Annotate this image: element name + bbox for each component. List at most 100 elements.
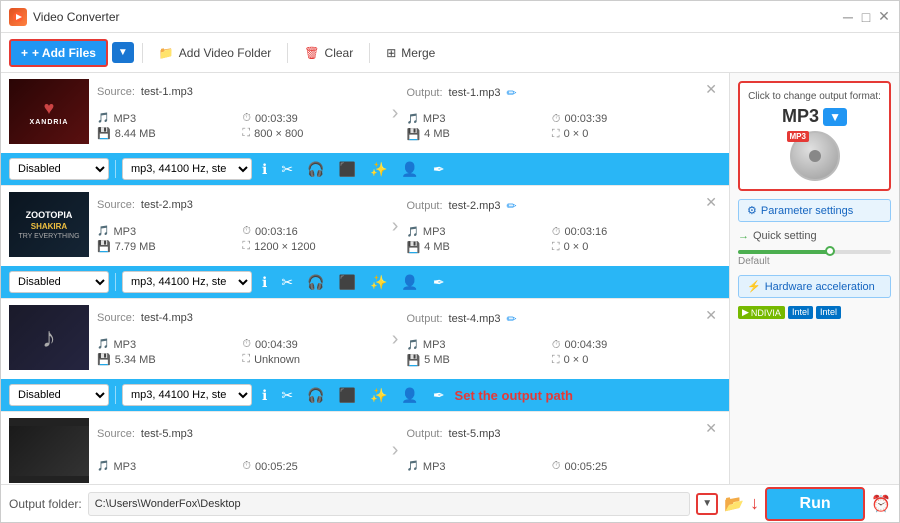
effect-btn-3[interactable]: ✨ — [366, 385, 391, 406]
file-row-1: ♥ XANDRIA Source: test-1.mp3 🎵 MP3 — [1, 73, 729, 153]
disabled-select-3[interactable]: Disabled — [9, 384, 109, 406]
source-label-4: Source: — [97, 428, 135, 440]
crop-btn-3[interactable]: ⬛ — [335, 385, 360, 406]
path-dropdown-button[interactable]: ▼ — [696, 493, 718, 515]
src-size-val-1: 8.44 MB — [115, 128, 156, 140]
output-folder-label: Output folder: — [9, 497, 82, 511]
merge-icon: ⊞ — [386, 46, 396, 60]
crop-btn-1[interactable]: ⬛ — [335, 159, 360, 180]
close-button[interactable]: ✕ — [877, 10, 891, 24]
file-details-2: Source: test-2.mp3 🎵 MP3 ⏱ 00:03:16 — [97, 192, 384, 260]
info-btn-1[interactable]: ℹ — [258, 159, 271, 180]
output-details-4: Output: test-5.mp3 🎵 MP3 ⏱ 00:05:25 — [406, 418, 693, 483]
cut-btn-2[interactable]: ✂ — [277, 272, 297, 293]
close-file-1[interactable]: ✕ — [701, 79, 721, 100]
effect-btn-2[interactable]: ✨ — [366, 272, 391, 293]
bottom-bar: Output folder: ▼ 📂 ↓ Run ⏰ — [1, 484, 899, 522]
file-details-1: Source: test-1.mp3 🎵 MP3 ⏱ 00:03:39 — [97, 79, 384, 147]
arrow-divider-2: › — [392, 192, 399, 260]
output-path-input[interactable] — [88, 492, 690, 516]
nvidia-icon: ▶ — [742, 307, 749, 318]
src-duration-3: ⏱ 00:04:39 — [242, 338, 383, 351]
intel-label-1: Intel — [792, 307, 809, 317]
file-info-4: 🎵 MP3 ⏱ 00:05:25 — [97, 460, 384, 473]
cut-btn-1[interactable]: ✂ — [277, 159, 297, 180]
output-label-2: Output: — [406, 200, 442, 212]
control-bar-1: Disabled mp3, 44100 Hz, ste ℹ ✂ 🎧 ⬛ ✨ 👤 … — [1, 153, 729, 185]
effect-btn-1[interactable]: ✨ — [366, 159, 391, 180]
open-folder-button[interactable]: 📂 — [724, 494, 744, 514]
src-duration-4: ⏱ 00:05:25 — [242, 460, 383, 473]
edit-icon-1[interactable]: ✏ — [507, 86, 517, 100]
format-icon-2: 🎵 — [97, 226, 109, 237]
output-info-3: 🎵 MP3 ⏱ 00:04:39 💾 5 MB — [406, 339, 693, 367]
clock-icon-1: ⏱ — [242, 112, 251, 125]
edit-icon-3[interactable]: ✏ — [507, 312, 517, 326]
close-file-4[interactable]: ✕ — [701, 418, 721, 439]
quick-setting-section: → Quick setting — [738, 230, 891, 242]
run-button[interactable]: Run — [765, 487, 865, 521]
clock-icon-4: ⏱ — [242, 460, 251, 473]
out-res-3: ⛶ 0 × 0 — [552, 354, 693, 367]
info-btn-2[interactable]: ℹ — [258, 272, 271, 293]
audio-select-2[interactable]: mp3, 44100 Hz, ste — [122, 271, 252, 293]
add-files-dropdown-button[interactable]: ▼ — [112, 42, 134, 63]
file-info-2: 🎵 MP3 ⏱ 00:03:16 💾 7.79 MB — [97, 225, 384, 253]
audio-btn-1[interactable]: 🎧 — [303, 159, 328, 180]
audio-select-1[interactable]: mp3, 44100 Hz, ste — [122, 158, 252, 180]
close-file-3[interactable]: ✕ — [701, 305, 721, 326]
out-clock-icon-1: ⏱ — [552, 113, 561, 126]
src-res-1: ⛶ 800 × 800 — [242, 127, 383, 140]
src-dur-val-1: 00:03:39 — [255, 113, 298, 125]
clear-button[interactable]: 🗑 Clear — [296, 42, 361, 64]
parameter-settings-button[interactable]: ⚙ Parameter settings — [738, 199, 891, 222]
src-res-3: ⛶ Unknown — [242, 353, 383, 366]
watermark-btn-2[interactable]: ✒ — [429, 272, 449, 293]
source-row-4: Source: test-5.mp3 — [97, 428, 384, 440]
crop-btn-2[interactable]: ⬛ — [335, 272, 360, 293]
audio-btn-2[interactable]: 🎧 — [303, 272, 328, 293]
format-box[interactable]: Click to change output format: MP3 ▼ MP3 — [738, 81, 891, 191]
output-info-1: 🎵 MP3 ⏱ 00:03:39 💾 4 MB — [406, 113, 693, 141]
format-dropdown-button[interactable]: ▼ — [823, 108, 847, 126]
out-res-icon-2: ⛶ — [552, 241, 560, 254]
output-row-3: Output: test-4.mp3 ✏ — [406, 312, 693, 326]
output-details-1: Output: test-1.mp3 ✏ 🎵 MP3 ⏱ 00:03:3 — [406, 79, 693, 147]
intel-badge-1: Intel — [788, 306, 813, 319]
add-video-folder-button[interactable]: 📁 Add Video Folder — [151, 42, 279, 64]
add-files-label: + Add Files — [32, 46, 96, 60]
source-label-2: Source: — [97, 199, 135, 211]
watermark-btn-1[interactable]: ✒ — [429, 159, 449, 180]
disabled-select-1[interactable]: Disabled — [9, 158, 109, 180]
src-format-val-1: MP3 — [113, 113, 136, 125]
merge-button[interactable]: ⊞ Merge — [378, 42, 443, 64]
subtitle-btn-1[interactable]: 👤 — [397, 159, 422, 180]
alarm-button[interactable]: ⏰ — [871, 494, 891, 514]
subtitle-btn-2[interactable]: 👤 — [397, 272, 422, 293]
maximize-button[interactable]: □ — [859, 10, 873, 24]
out-format-1: 🎵 MP3 — [406, 113, 547, 126]
quality-slider-thumb[interactable] — [825, 246, 835, 256]
watermark-btn-3[interactable]: ✒ — [429, 385, 449, 406]
out-res-icon-3: ⛶ — [552, 354, 560, 367]
src-duration-2: ⏱ 00:03:16 — [242, 225, 383, 238]
close-file-2[interactable]: ✕ — [701, 192, 721, 213]
source-name-1: test-1.mp3 — [141, 86, 193, 98]
hw-icon: ⚡ — [747, 280, 761, 293]
audio-select-3[interactable]: mp3, 44100 Hz, ste — [122, 384, 252, 406]
disabled-select-2[interactable]: Disabled — [9, 271, 109, 293]
subtitle-btn-3[interactable]: 👤 — [397, 385, 422, 406]
mp3-disc-container: MP3 — [785, 129, 845, 184]
source-row-3: Source: test-4.mp3 — [97, 312, 384, 324]
cut-btn-3[interactable]: ✂ — [277, 385, 297, 406]
audio-btn-3[interactable]: 🎧 — [303, 385, 328, 406]
hardware-acceleration-button[interactable]: ⚡ Hardware acceleration — [738, 275, 891, 298]
info-btn-3[interactable]: ℹ — [258, 385, 271, 406]
add-files-button[interactable]: + + Add Files — [9, 39, 108, 67]
source-row-1: Source: test-1.mp3 — [97, 86, 384, 98]
src-size-1: 💾 8.44 MB — [97, 127, 238, 140]
out-format-icon-1: 🎵 — [406, 114, 418, 125]
minimize-button[interactable]: ─ — [841, 10, 855, 24]
thumb-label-1: XANDRIA — [30, 119, 69, 126]
edit-icon-2[interactable]: ✏ — [507, 199, 517, 213]
